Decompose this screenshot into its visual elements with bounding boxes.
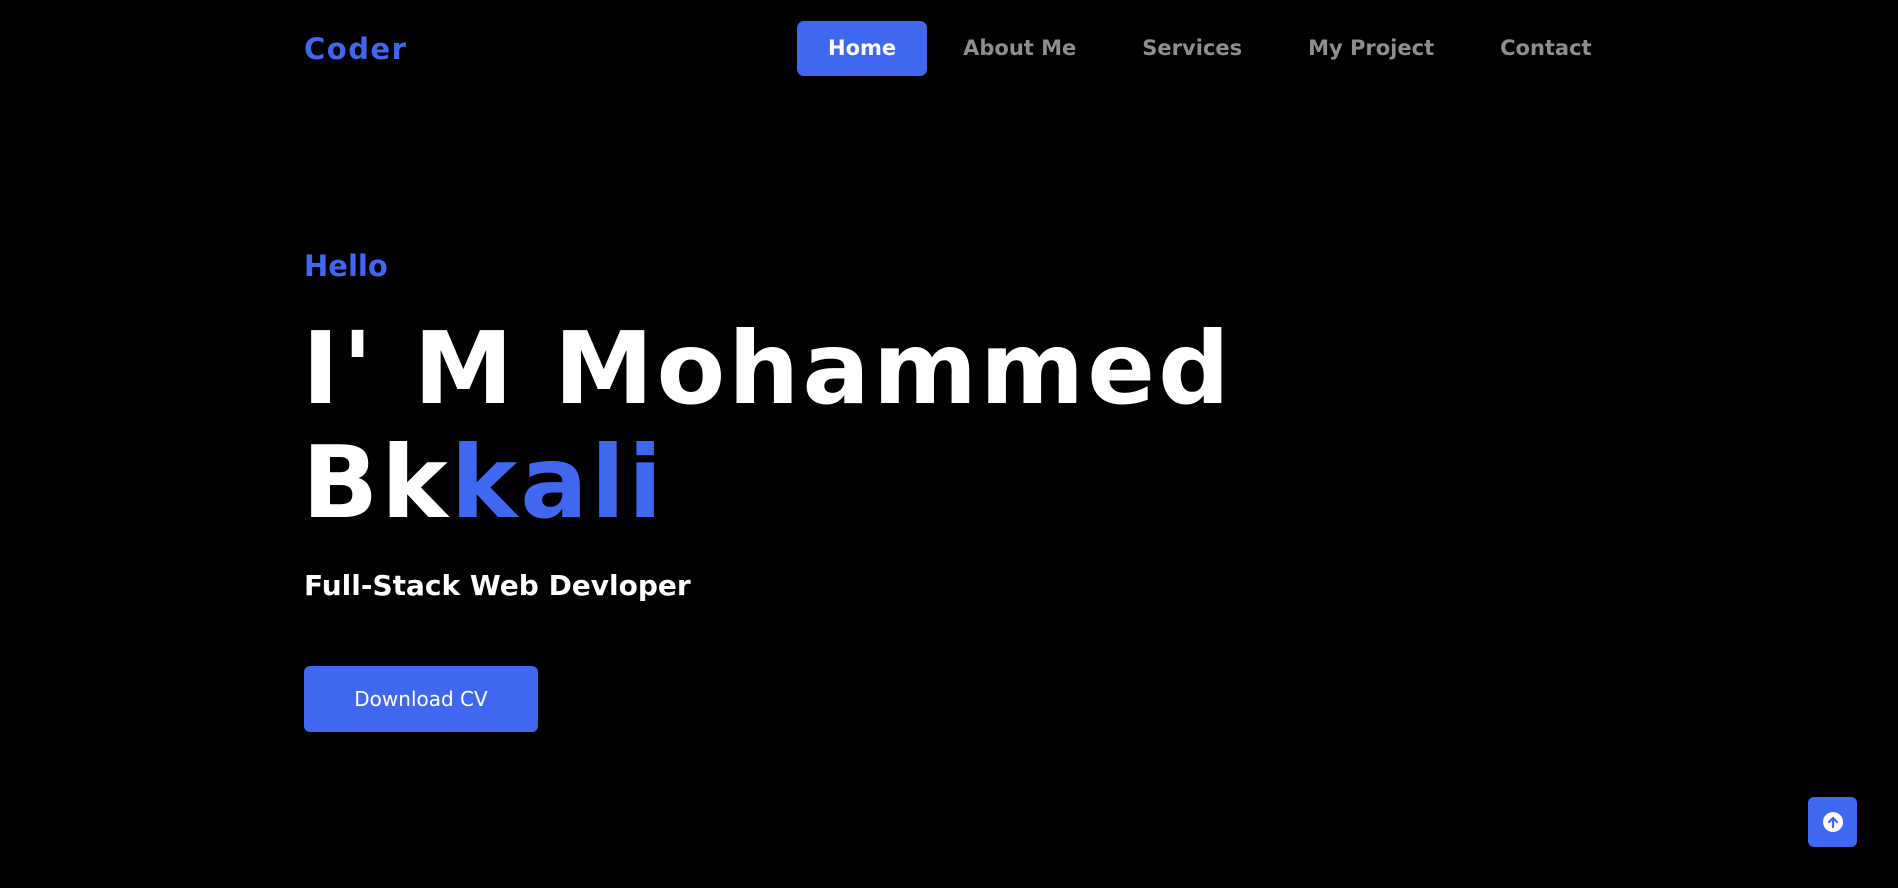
hero-subtitle: Full-Stack Web Devloper: [304, 569, 691, 602]
nav-about-me[interactable]: About Me: [933, 21, 1106, 76]
hero-headline: I' M Mohammed Bkkali: [302, 312, 1233, 540]
headline-line-1: I' M Mohammed: [302, 310, 1233, 427]
scroll-to-top-button[interactable]: [1808, 797, 1857, 847]
arrow-up-circle-icon: [1822, 811, 1844, 833]
nav-home[interactable]: Home: [797, 21, 928, 76]
nav-contact[interactable]: Contact: [1470, 21, 1622, 76]
hero-greeting: Hello: [304, 249, 388, 283]
headline-name-accent: kali: [450, 424, 666, 541]
main-nav: Home About Me Services My Project Contac…: [797, 21, 1622, 76]
download-cv-button[interactable]: Download CV: [304, 666, 538, 732]
site-logo[interactable]: Coder: [304, 31, 407, 67]
nav-my-project[interactable]: My Project: [1278, 21, 1464, 76]
nav-services[interactable]: Services: [1112, 21, 1272, 76]
headline-name-plain: Bk: [302, 424, 451, 541]
